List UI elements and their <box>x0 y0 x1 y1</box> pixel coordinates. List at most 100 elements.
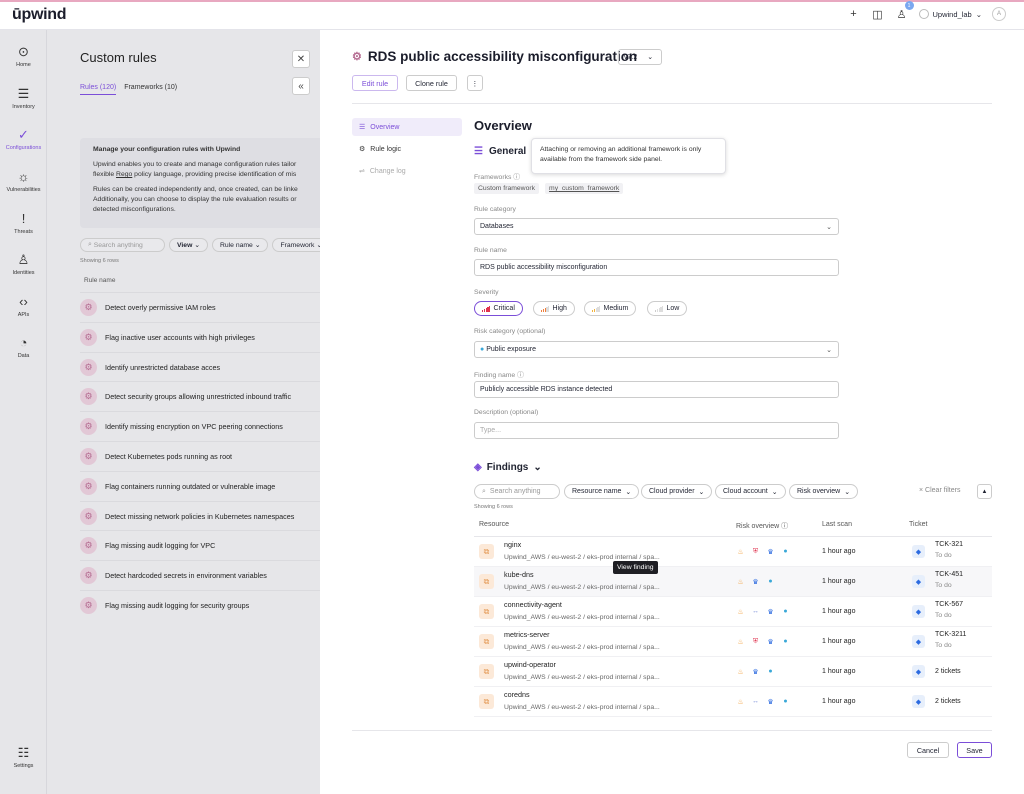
cloud-provider-filter[interactable]: Cloud provider ⌄ <box>641 484 713 499</box>
resource-name[interactable]: nginx <box>504 540 521 549</box>
collapse-button[interactable]: « <box>292 77 310 95</box>
rule-row[interactable]: ⚙ Detect Kubernetes pods running as root <box>80 441 320 471</box>
findings-heading[interactable]: ◈ Findings ⌄ <box>474 462 542 473</box>
clear-filters-button[interactable]: × Clear filters <box>919 487 960 494</box>
description-input[interactable]: Type... <box>474 422 839 439</box>
resource-name[interactable]: upwind-operator <box>504 660 556 669</box>
rule-row[interactable]: ⚙ Detect missing network policies in Kube… <box>80 500 320 531</box>
resource-name[interactable]: metrics-server <box>504 630 550 639</box>
resource-path: Upwind_AWS / eu-west-2 / eks-prod intern… <box>504 554 660 561</box>
risk-category-select[interactable]: ● Public exposure ⌄ <box>474 341 839 358</box>
table-row[interactable]: ⧉ upwind-operator Upwind_AWS / eu-west-2 /… <box>474 657 992 687</box>
risk-overview: ♨ ♛ ● <box>736 577 775 586</box>
rule-row[interactable]: ⚙ Flag inactive user accounts with high p… <box>80 321 320 352</box>
nav-identities[interactable]: ♙ Identities <box>0 252 47 276</box>
nav-apis[interactable]: ‹› APIs <box>0 294 47 318</box>
version-select[interactable]: v7.2 ⌄ <box>618 49 662 65</box>
rules-search-input[interactable]: ⌕ Search anything <box>80 238 165 252</box>
nav-home[interactable]: ⊙ Home <box>0 44 47 68</box>
clone-rule-button[interactable]: Clone rule <box>406 75 457 91</box>
severity-critical[interactable]: Critical <box>474 301 523 316</box>
tenant-selector[interactable]: Upwind_lab ⌄ <box>918 9 982 19</box>
ticket-id[interactable]: TCK-451 <box>935 571 963 578</box>
severity-label-text: High <box>552 305 567 312</box>
resource-name[interactable]: connectivity-agent <box>504 600 562 609</box>
resource-icon: ⧉ <box>479 634 494 649</box>
table-row[interactable]: ⧉ nginx Upwind_AWS / eu-west-2 / eks-prod … <box>474 537 992 567</box>
avatar[interactable]: A <box>992 7 1006 21</box>
plus-icon[interactable]: + <box>847 7 861 21</box>
frameworks-label-text: Frameworks <box>474 174 512 181</box>
last-scan: 1 hour ago <box>822 698 856 705</box>
rule-name-filter[interactable]: Rule name ⌄ <box>211 238 269 252</box>
rule-row[interactable]: ⚙ Flag containers running outdated or vul… <box>80 470 320 501</box>
resource-path: Upwind_AWS / eu-west-2 / eks-prod intern… <box>504 584 660 591</box>
double-chevron-left-icon: « <box>298 80 304 92</box>
rule-title: ⚙ RDS public accessibility misconfigurati… <box>352 49 637 64</box>
table-row[interactable]: ⧉ connectivity-agent Upwind_AWS / eu-west-… <box>474 597 992 627</box>
rule-row[interactable]: ⚙ Flag missing audit logging for VPC <box>80 530 320 560</box>
severity-low[interactable]: Low <box>647 301 688 316</box>
rule-row[interactable]: ⚙ Flag missing audit logging for security… <box>80 590 320 620</box>
resource-name[interactable]: kube-dns <box>504 570 534 579</box>
collapse-up-icon[interactable]: ▲ <box>977 484 992 499</box>
frameworks-chips: Custom framework my_custom_framework <box>474 183 624 194</box>
view-filter[interactable]: View ⌄ <box>169 238 208 252</box>
cloud-account-filter[interactable]: Cloud account ⌄ <box>715 484 786 499</box>
nav-label: Configurations <box>5 145 42 151</box>
close-button[interactable]: ✕ <box>292 50 310 68</box>
tab-frameworks[interactable]: Frameworks (10) <box>124 84 177 95</box>
severity-medium[interactable]: Medium <box>584 301 637 316</box>
edit-rule-button[interactable]: Edit rule <box>352 75 398 91</box>
ticket-id[interactable]: TCK-3211 <box>935 631 966 638</box>
notification-icon[interactable]: ♙ 1 <box>895 1 914 21</box>
nav-inventory[interactable]: ☰ Inventory <box>0 86 47 110</box>
nav-label: Home <box>16 62 31 68</box>
save-button[interactable]: Save <box>957 742 992 758</box>
upwind-logo[interactable]: ūpwind <box>12 6 66 24</box>
severity-high[interactable]: High <box>533 301 575 316</box>
finding-name-input[interactable]: Publicly accessible RDS instance detecte… <box>474 381 839 398</box>
table-row[interactable]: ⧉ coredns Upwind_AWS / eu-west-2 / eks-pro… <box>474 687 992 717</box>
findings-search-input[interactable]: ⌕ Search anything <box>474 484 560 499</box>
rule-row[interactable]: ⚙ Detect security groups allowing unrestr… <box>80 381 320 411</box>
framework-chip[interactable]: my_custom_framework <box>545 183 624 194</box>
framework-chip[interactable]: Custom framework <box>474 183 540 194</box>
info-icon: ⓘ <box>513 174 521 181</box>
category-select[interactable]: Databases ⌄ <box>474 218 839 235</box>
rule-name-input[interactable]: RDS public accessibility misconfiguratio… <box>474 259 839 276</box>
nav-data[interactable]: ◔ Data <box>0 335 47 359</box>
info-icon: ⓘ <box>517 372 524 379</box>
tab-rules[interactable]: Rules (120) <box>80 84 117 95</box>
cancel-button[interactable]: Cancel <box>907 742 949 758</box>
jira-icon: ◆ <box>912 665 925 678</box>
resource-name-filter[interactable]: Resource name ⌄ <box>564 484 640 499</box>
ticket-id[interactable]: TCK-321 <box>935 541 963 548</box>
jira-icon: ◆ <box>912 545 925 558</box>
subnav-change-log[interactable]: ⇌ Change log <box>352 162 462 180</box>
resource-name[interactable]: coredns <box>504 690 530 699</box>
rule-row[interactable]: ⚙ Identify missing encryption on VPC peer… <box>80 411 320 441</box>
ticket-id[interactable]: TCK-567 <box>935 601 963 608</box>
ticket-count[interactable]: 2 tickets <box>935 698 961 705</box>
framework-filter[interactable]: Framework ⌄ <box>272 238 320 252</box>
nav-vulnerabilities[interactable]: ☼ Vulnerabilities <box>0 169 47 193</box>
nav-threats[interactable]: ! Threats <box>0 211 47 235</box>
subnav-overview[interactable]: ☰ Overview <box>352 118 462 136</box>
rule-row[interactable]: ⚙ Detect hardcoded secrets in environment… <box>80 560 320 590</box>
layout-icon[interactable]: ◫ <box>871 7 885 21</box>
nav-settings[interactable]: ☷ Settings <box>0 745 47 769</box>
table-row[interactable]: ⧉ kube-dns Upwind_AWS / eu-west-2 / eks-pr… <box>474 567 992 597</box>
nav-configurations[interactable]: ✓ Configurations <box>0 127 47 151</box>
rule-name: Flag missing audit logging for VPC <box>105 541 216 551</box>
ticket-count[interactable]: 2 tickets <box>935 668 961 675</box>
more-options-icon[interactable]: ⋮ <box>467 75 483 91</box>
rule-row[interactable]: ⚙ Identify unrestricted database acces <box>80 351 320 382</box>
subnav-rule-logic[interactable]: ⚙ Rule logic <box>352 140 462 158</box>
risk-overview-filter[interactable]: Risk overview ⌄ <box>789 484 859 499</box>
code-icon: ‹› <box>19 294 28 309</box>
rule-row[interactable]: ⚙ Detect overly permissive IAM roles <box>80 292 320 322</box>
table-row[interactable]: ⧉ metrics-server Upwind_AWS / eu-west-2 / … <box>474 627 992 657</box>
rego-link[interactable]: Rego <box>116 171 132 178</box>
rule-name: Identify unrestricted database acces <box>105 362 221 372</box>
